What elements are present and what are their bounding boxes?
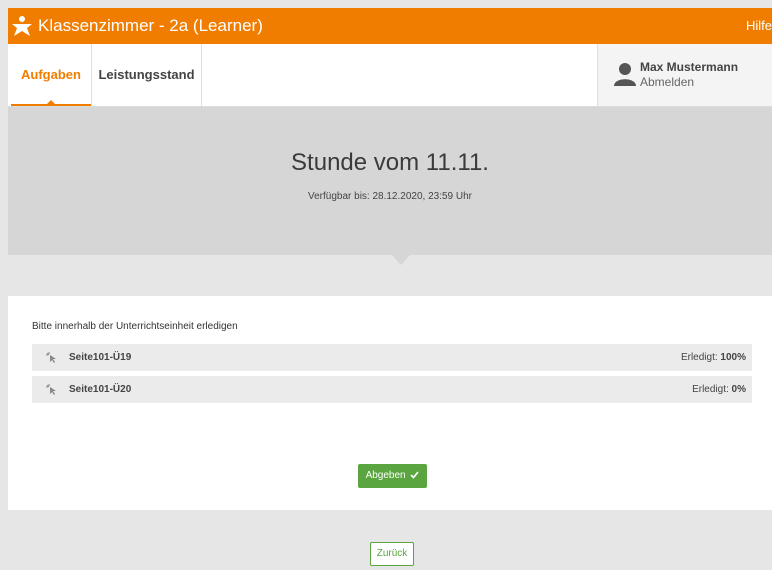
user-menu: Max Mustermann Abmelden	[597, 44, 772, 106]
tab-aufgaben[interactable]: Aufgaben	[11, 44, 92, 106]
task-status-label: Erledigt:	[680, 352, 718, 363]
task-status-value: 100%	[720, 352, 746, 363]
availability-text: Verfügbar bis: 28.12.2020, 23:59 Uhr	[307, 191, 472, 202]
active-tab-caret	[47, 100, 55, 104]
page-title: Stunde vom 11.11.	[291, 149, 489, 176]
task-instruction: Bitte innerhalb der Unterrichtseinheit e…	[32, 321, 238, 332]
tab-leistungsstand[interactable]: Leistungsstand	[92, 44, 202, 106]
nav-bar: Aufgaben Leistungsstand Max Mustermann A…	[8, 44, 772, 107]
user-name: Max Mustermann	[640, 60, 739, 74]
lesson-header: Stunde vom 11.11. Verfügbar bis: 28.12.2…	[8, 107, 772, 255]
task-status-value: 0%	[731, 384, 746, 395]
task-panel: Bitte innerhalb der Unterrichtseinheit e…	[8, 296, 772, 510]
submit-label: Abgeben	[365, 470, 406, 481]
cursor-icon	[46, 352, 56, 363]
task-status-label: Erledigt:	[692, 384, 729, 395]
task-row[interactable]: Seite101-Ü19 Erledigt: 100%	[32, 344, 752, 371]
task-status: Erledigt: 100%	[681, 352, 746, 364]
task-name: Seite101-Ü19	[69, 352, 132, 363]
task-status: Erledigt: 0%	[692, 384, 746, 396]
checkmark-icon	[410, 471, 420, 479]
cursor-icon	[46, 384, 56, 395]
help-link[interactable]: Hilfe	[746, 18, 772, 34]
app-header: Klassenzimmer - 2a (Learner) Hilfe	[8, 8, 772, 44]
active-tab-indicator	[11, 104, 91, 106]
task-row[interactable]: Seite101-Ü20 Erledigt: 0%	[32, 376, 752, 403]
tab-label: Aufgaben	[21, 67, 81, 82]
tab-label: Leistungsstand	[98, 67, 195, 82]
hero-pointer-arrow	[392, 255, 410, 265]
back-button[interactable]: Zurück	[370, 542, 414, 566]
logo-icon	[12, 16, 32, 36]
logout-link[interactable]: Abmelden	[640, 75, 694, 89]
task-name: Seite101-Ü20	[69, 384, 132, 395]
submit-button[interactable]: Abgeben	[358, 464, 427, 488]
user-avatar-icon	[614, 63, 636, 86]
app-title: Klassenzimmer - 2a (Learner)	[38, 16, 263, 35]
